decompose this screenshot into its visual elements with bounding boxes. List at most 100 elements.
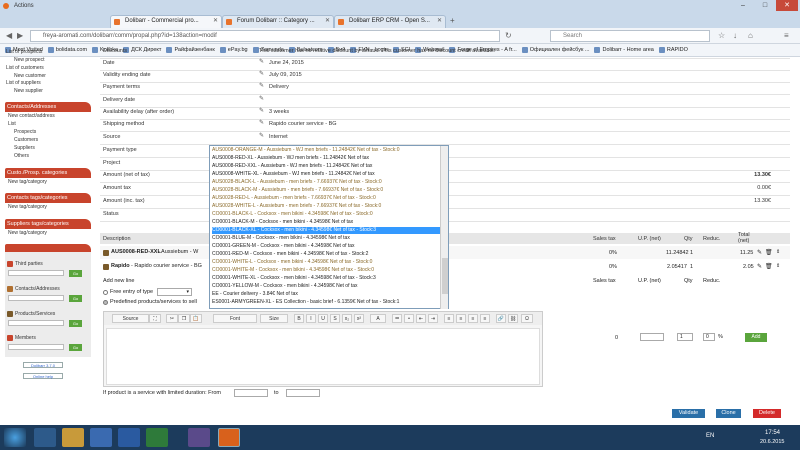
copy-icon[interactable]: ❐ [178,314,190,323]
delete-line-icon[interactable]: 🗑 [765,263,773,270]
version-badge[interactable]: Dolibarr 3.7.0 [23,362,63,368]
free-entry-radio[interactable] [103,290,108,295]
italic-button[interactable]: I [306,314,316,323]
edit-icon[interactable]: ✎ [259,83,265,89]
strike-button[interactable]: S [330,314,340,323]
close-tab-icon[interactable]: ✕ [325,16,330,27]
dropdown-option[interactable]: CO0001-WHITE-M - Cocksox - men bikini - … [212,267,440,274]
dropdown-option[interactable]: CO0001-RED-M - Cocksox - men bikini - 4.… [212,251,440,258]
size-select[interactable]: Size [260,314,288,323]
dropdown-option[interactable]: CO0001-BLACK-XL - Cocksox - men bikini -… [212,227,440,234]
search-products-input[interactable] [8,320,64,326]
maximize-editor-icon[interactable]: ⛶ [149,314,161,323]
link-contacts-others[interactable]: Others [14,153,29,159]
tab-forum-dolibarr[interactable]: Forum Dolibarr :: Category ... ✕ [222,15,334,28]
downloads-icon[interactable]: ↓ [733,31,737,40]
bookmark-item[interactable]: bolidata.com [47,44,87,56]
link-new-contact-tag[interactable]: New tag/category [8,204,47,210]
indent-button[interactable]: ⇥ [428,314,438,323]
validate-button[interactable]: Validate [672,409,705,418]
close-tab-icon[interactable]: ✕ [437,16,442,27]
dropdown-option[interactable]: AUS0028-WHITE-L - Aussiebum - men briefs… [212,203,440,210]
superscript-button[interactable]: x² [354,314,364,323]
link-new-customer[interactable]: New customer [14,73,46,79]
product-select-dropdown[interactable]: AUS0008-ORANGE-M - Aussiebum - WJ men br… [209,145,449,309]
edit-icon[interactable]: ✎ [259,59,265,65]
search-contacts-input[interactable] [8,295,64,301]
clock-time[interactable]: 17:54 [765,430,780,436]
link-new-customer-tag[interactable]: New tag/category [8,179,47,185]
align-left-button[interactable]: ≡ [444,314,454,323]
link-new-supplier[interactable]: New supplier [14,88,43,94]
reload-icon[interactable]: ↻ [505,31,512,40]
search-products-go[interactable]: Go [69,320,82,327]
link-contacts-customers[interactable]: Customers [14,137,38,143]
search-thirdparties-go[interactable]: Go [69,270,82,277]
edit-icon[interactable]: ✎ [259,108,265,114]
dropdown-scroll-thumb[interactable] [442,258,448,294]
duration-from-input[interactable] [234,389,268,397]
bullet-list-button[interactable]: • [404,314,414,323]
word-icon[interactable] [118,428,140,447]
subscript-button[interactable]: x₂ [342,314,352,323]
home-icon[interactable]: ⌂ [748,31,753,40]
language-indicator[interactable]: EN [706,433,714,439]
clock-date[interactable]: 20.6.2015 [760,439,784,445]
forward-icon[interactable]: ▶ [17,31,23,40]
addline-price-input[interactable] [640,333,664,341]
dropdown-option[interactable]: CO0001-WHITE-XL - Cocksox - men bikini -… [212,275,440,282]
media-player-icon[interactable] [90,428,112,447]
delete-line-icon[interactable]: 🗑 [765,249,773,256]
dropdown-option[interactable]: AUS0028-BLACK-M - Aussiebum - men briefs… [212,187,440,194]
addline-discount-input[interactable]: 0 [703,333,715,341]
cut-icon[interactable]: ✂ [166,314,178,323]
link-new-supplier-tag[interactable]: New tag/category [8,230,47,236]
paste-icon[interactable]: 📋 [190,314,202,323]
search-members-input[interactable] [8,344,64,350]
link-contacts-list[interactable]: List [8,121,16,127]
bold-button[interactable]: B [294,314,304,323]
dropdown-option[interactable]: ES0001-ARMYGREEN-XL - ES Collection - ba… [212,299,440,306]
edit-line-icon[interactable]: ✎ [757,249,762,256]
free-entry-type-select[interactable]: ▾ [157,288,192,296]
dropdown-option[interactable]: AUS0008-ORANGE-M - Aussiebum - WJ men br… [212,147,440,154]
link-list-customers[interactable]: List of customers [6,65,44,71]
edit-icon[interactable]: ✎ [259,133,265,139]
add-line-button[interactable]: Add [745,333,767,342]
underline-button[interactable]: U [318,314,328,323]
start-button[interactable] [4,428,26,447]
new-tab-button[interactable]: + [450,16,455,25]
dropdown-option[interactable]: CO0001-GREEN-M - Cocksox - men bikini - … [212,243,440,250]
link-list-suppliers[interactable]: List of suppliers [6,80,41,86]
edit-icon[interactable]: ✎ [259,120,265,126]
move-line-icon[interactable]: ⇕ [776,263,780,269]
search-input[interactable]: Search [550,30,710,42]
predefined-radio[interactable] [103,300,108,305]
line-ref[interactable]: Rapido [111,263,130,269]
search-thirdparties-input[interactable] [8,270,64,276]
dropdown-option[interactable]: CO0001-BLACK-M - Cocksox - men bikini - … [212,219,440,226]
edit-icon[interactable]: ✎ [259,96,265,102]
url-input[interactable]: freya-aromati.com/dolibarr/comm/propal.p… [30,30,500,42]
dropdown-option[interactable]: AUS0028-BLACK-L - Aussiebum - men briefs… [212,179,440,186]
addline-qty-input[interactable]: 1 [677,333,693,341]
align-right-button[interactable]: ≡ [468,314,478,323]
dropdown-option[interactable]: CO0001-BLUE-M - Cocksox - men bikini - 4… [212,235,440,242]
back-icon[interactable]: ◀ [6,31,12,40]
move-line-icon[interactable]: ⇕ [776,249,780,255]
dropdown-option[interactable]: AUS0008-WHITE-XL - Aussiebum - WJ men br… [212,171,440,178]
dropdown-scrollbar[interactable] [440,146,448,309]
online-help-link[interactable]: Online help [23,373,63,379]
dropdown-option[interactable]: CO0001-BLACK-L - Cocksox - men bikini - … [212,211,440,218]
bookmark-star-icon[interactable]: ☆ [718,31,725,40]
link-contacts-suppliers[interactable]: Suppliers [14,145,35,151]
dropdown-option[interactable]: CO0001-WHITE-L - Cocksox - men bikini - … [212,259,440,266]
source-button[interactable]: Source [112,314,149,323]
edit-line-icon[interactable]: ✎ [757,263,762,270]
dropdown-option[interactable]: AUS0008-RED-XXL - Aussiebum - WJ men bri… [212,163,440,170]
tab-dolibarr-commercial[interactable]: Dolibarr - Commercial pro... ✕ [110,15,222,28]
delete-button[interactable]: Delete [753,409,781,418]
dropdown-option[interactable]: AUS0008-RED-XL - Aussiebum - WJ men brie… [212,155,440,162]
search-contacts-go[interactable]: Go [69,295,82,302]
minimize-button[interactable]: – [732,0,754,11]
